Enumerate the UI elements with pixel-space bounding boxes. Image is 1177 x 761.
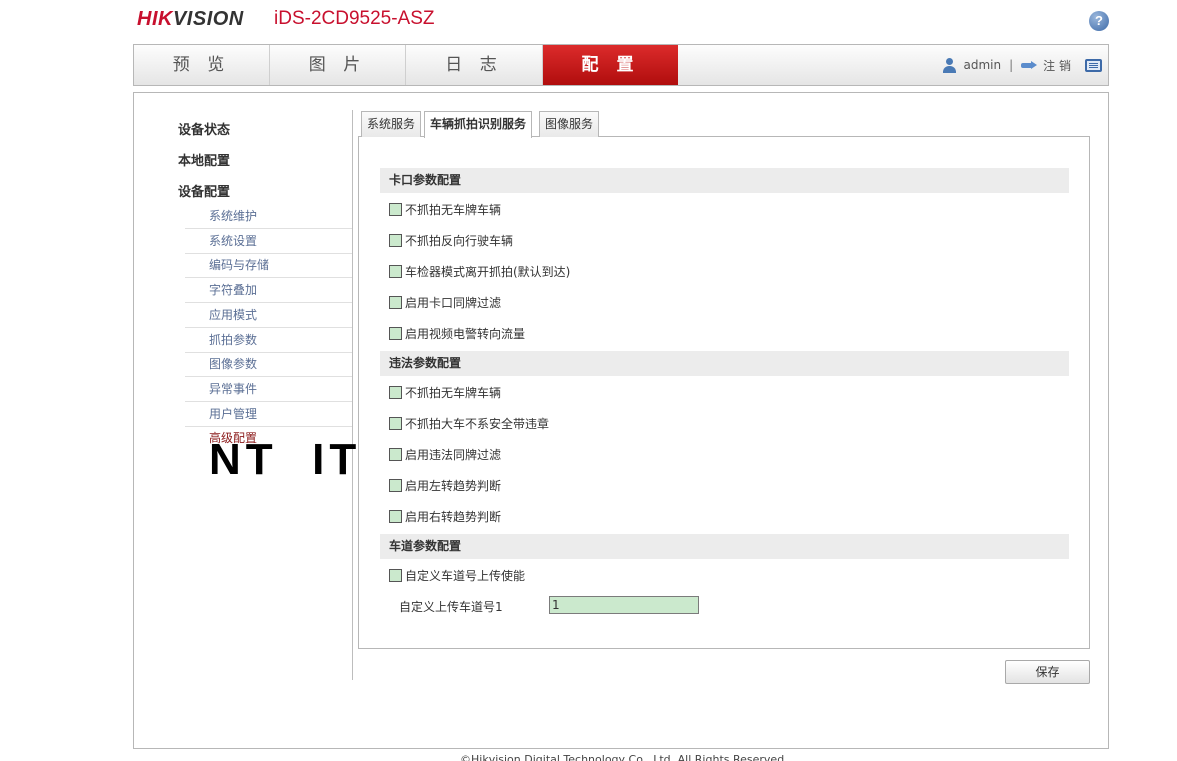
- sidebar-item-exceptions[interactable]: 异常事件: [185, 377, 352, 402]
- device-model: iDS-2CD9525-ASZ: [274, 8, 435, 29]
- option-row[interactable]: 启用右转趋势判断: [389, 508, 501, 524]
- user-separator: |: [1009, 58, 1014, 72]
- option-row[interactable]: 不抓拍无车牌车辆: [389, 384, 501, 400]
- option-row[interactable]: 启用视频电警转向流量: [389, 325, 525, 341]
- tab-vehicle-capture-service[interactable]: 车辆抓拍识别服务: [424, 111, 533, 138]
- option-label: 自定义车道号上传使能: [405, 568, 526, 583]
- user-bar: admin | 注 销: [942, 56, 1102, 74]
- nav-tab-log[interactable]: 日 志: [406, 45, 543, 85]
- option-label: 启用违法同牌过滤: [405, 447, 502, 462]
- option-label: 启用左转趋势判断: [405, 478, 502, 493]
- hikvision-logo: HIKVISION: [137, 8, 244, 30]
- sidebar-group-device-status[interactable]: 设备状态: [178, 119, 230, 138]
- sidebar-item-osd[interactable]: 字符叠加: [185, 278, 352, 303]
- sidebar-item-app-mode[interactable]: 应用模式: [185, 303, 352, 328]
- checkbox[interactable]: [389, 202, 402, 216]
- checkbox[interactable]: [389, 509, 402, 523]
- nav-tab-picture[interactable]: 图 片: [270, 45, 406, 85]
- option-row[interactable]: 不抓拍无车牌车辆: [389, 201, 501, 217]
- copyright-footer: ©Hikvision Digital Technology Co., Ltd. …: [460, 753, 788, 761]
- nav-tab-configuration[interactable]: 配 置: [543, 45, 678, 85]
- lane-number-input[interactable]: [549, 596, 699, 614]
- checkbox[interactable]: [389, 233, 402, 247]
- sidebar-item-system-settings[interactable]: 系统设置: [185, 229, 352, 254]
- fullscreen-icon[interactable]: [1085, 58, 1102, 72]
- sidebar-group-device-config[interactable]: 设备配置: [178, 181, 230, 200]
- option-label: 启用卡口同牌过滤: [405, 295, 502, 310]
- checkbox[interactable]: [389, 447, 402, 461]
- lane-number-label: 自定义上传车道号1: [399, 600, 503, 614]
- nav-tab-preview[interactable]: 预 览: [134, 45, 270, 85]
- checkbox[interactable]: [389, 478, 402, 492]
- sidebar-group-local-config[interactable]: 本地配置: [178, 150, 230, 169]
- option-label: 车检器模式离开抓拍(默认到达): [405, 264, 571, 279]
- logout-icon[interactable]: [1021, 60, 1038, 70]
- tab-system-service[interactable]: 系统服务: [361, 111, 422, 137]
- checkbox[interactable]: [389, 264, 402, 278]
- option-row[interactable]: 启用左转趋势判断: [389, 477, 501, 493]
- main-nav: 预 览 图 片 日 志 配 置 admin | 注 销: [133, 44, 1109, 86]
- user-icon: [942, 57, 957, 73]
- option-label: 不抓拍大车不系安全带违章: [405, 416, 550, 431]
- checkbox[interactable]: [389, 385, 402, 399]
- option-row[interactable]: 启用违法同牌过滤: [389, 446, 501, 462]
- sidebar-item-capture-params[interactable]: 抓拍参数: [185, 328, 352, 353]
- username: admin: [963, 58, 1002, 72]
- option-row[interactable]: 不抓拍反向行驶车辆: [389, 232, 513, 248]
- option-label: 不抓拍无车牌车辆: [405, 385, 502, 400]
- tab-image-service[interactable]: 图像服务: [539, 111, 600, 137]
- save-button[interactable]: 保存: [1005, 660, 1090, 684]
- section-header-violation: 违法参数配置: [380, 351, 1069, 376]
- section-header-checkpoint: 卡口参数配置: [380, 168, 1069, 193]
- option-label: 不抓拍无车牌车辆: [405, 202, 502, 217]
- sidebar-item-system-maintenance[interactable]: 系统维护: [185, 204, 352, 229]
- sidebar-item-image-params[interactable]: 图像参数: [185, 352, 352, 377]
- option-row[interactable]: 车检器模式离开抓拍(默认到达): [389, 263, 570, 279]
- sidebar-item-user-management[interactable]: 用户管理: [185, 402, 352, 427]
- checkbox[interactable]: [389, 326, 402, 340]
- option-label: 不抓拍反向行驶车辆: [405, 233, 514, 248]
- checkbox[interactable]: [389, 568, 402, 582]
- sidebar-item-encoding-storage[interactable]: 编码与存储: [185, 253, 352, 278]
- sidebar-divider: [352, 110, 353, 680]
- checkbox[interactable]: [389, 295, 402, 309]
- option-label: 启用视频电警转向流量: [405, 326, 526, 341]
- help-icon[interactable]: ?: [1089, 11, 1109, 31]
- section-header-lane: 车道参数配置: [380, 534, 1069, 559]
- checkbox[interactable]: [389, 416, 402, 430]
- logout-link[interactable]: 注 销: [1043, 57, 1071, 74]
- option-label: 启用右转趋势判断: [405, 509, 502, 524]
- option-row[interactable]: 启用卡口同牌过滤: [389, 294, 501, 310]
- option-row[interactable]: 不抓拍大车不系安全带违章: [389, 415, 549, 431]
- option-row[interactable]: 自定义车道号上传使能: [389, 567, 525, 583]
